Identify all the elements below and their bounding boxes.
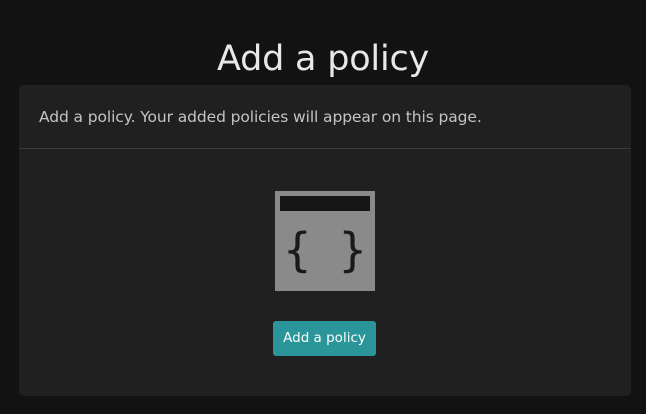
braces-glyph: { } (283, 223, 366, 277)
empty-state-card: Add a policy. Your added policies will a… (19, 85, 631, 396)
page-title: Add a policy (216, 39, 430, 80)
json-braces-document-icon: { } (275, 191, 375, 291)
add-policy-button[interactable]: Add a policy (273, 321, 376, 356)
document-title-bar (280, 196, 370, 211)
card-header: Add a policy. Your added policies will a… (19, 85, 631, 149)
empty-state-message: Add a policy. Your added policies will a… (39, 107, 482, 126)
policy-document-illustration: { } (275, 191, 375, 291)
